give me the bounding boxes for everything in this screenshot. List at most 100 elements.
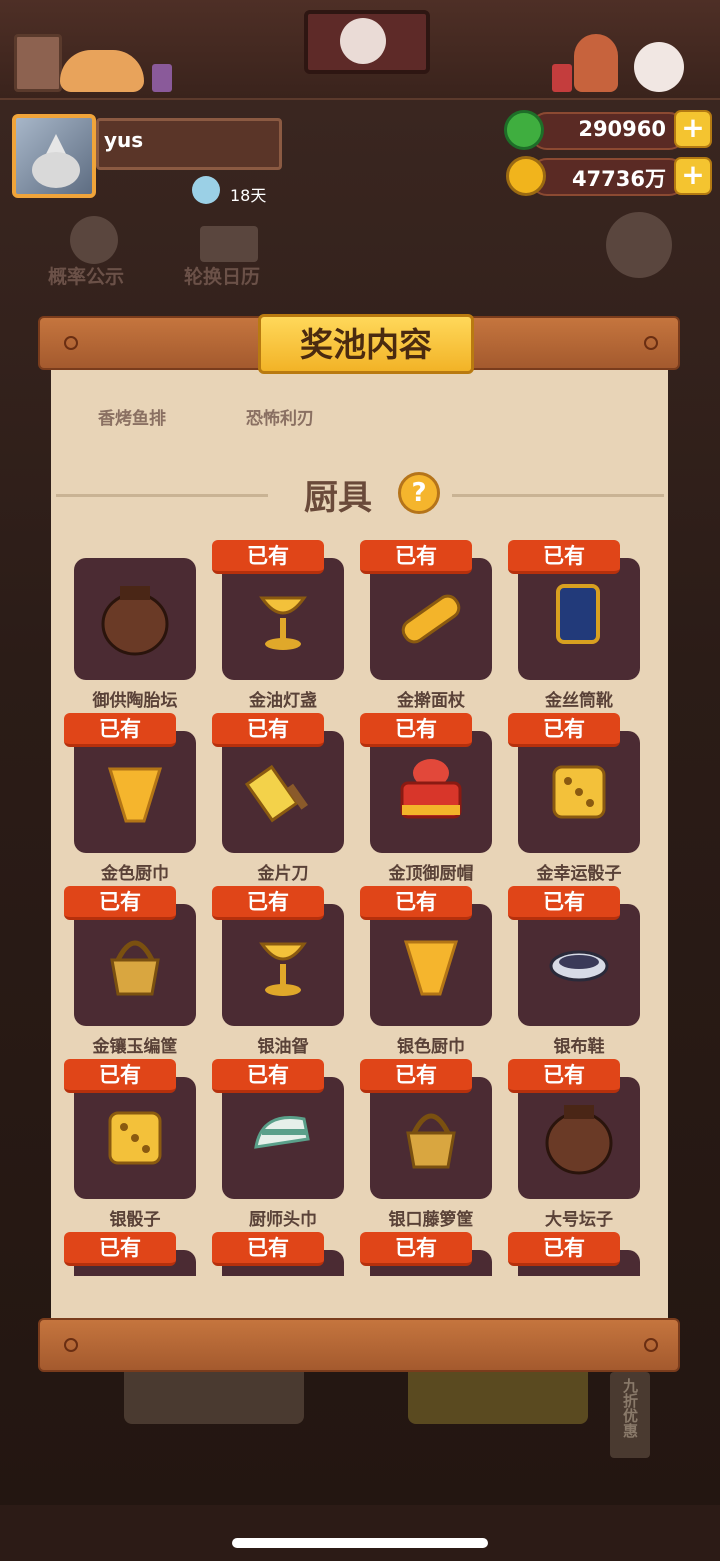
- owned-badge: 已有: [360, 713, 472, 747]
- percent-icon: [70, 216, 118, 264]
- boot-icon: [556, 584, 600, 644]
- prize-item[interactable]: 大号坛子 已有: [508, 1059, 656, 1230]
- item-name: 银色厨巾: [397, 1037, 465, 1057]
- item-tile[interactable]: [222, 558, 344, 680]
- white-cat-decor: [634, 42, 684, 92]
- shoe-icon: [549, 950, 609, 982]
- prize-item[interactable]: 金顶御厨帽 已有: [360, 713, 508, 884]
- rolling-pin-icon: [401, 594, 461, 644]
- player-avatar[interactable]: [12, 114, 96, 198]
- gold-coin-icon: [506, 156, 546, 196]
- rivet: [644, 336, 658, 350]
- player-name: yus: [104, 128, 144, 152]
- prize-item[interactable]: 金色厨巾 已有: [64, 713, 212, 884]
- owned-badge: 已有: [508, 1059, 620, 1093]
- panel-bottom-margin: [51, 1276, 668, 1320]
- owned-badge: 已有: [360, 886, 472, 920]
- panel-title: 奖池内容: [300, 325, 432, 364]
- owned-badge: 已有: [212, 1059, 324, 1093]
- add-coin-button[interactable]: +: [674, 157, 712, 195]
- item-tile[interactable]: [518, 1077, 640, 1199]
- dice-icon: [552, 765, 606, 819]
- prize-item[interactable]: 银骰子 已有: [64, 1059, 212, 1230]
- cleaver-icon: [244, 764, 308, 823]
- basket-icon: [110, 940, 160, 996]
- item-tile[interactable]: [370, 731, 492, 853]
- prize-item[interactable]: 银油眢 已有: [212, 886, 360, 1057]
- item-name: 御供陶胎坛: [92, 691, 178, 711]
- item-name: 厨师头巾: [249, 1210, 317, 1230]
- prize-item[interactable]: 银色厨巾 已有: [360, 886, 508, 1057]
- prize-item[interactable]: 银布鞋 已有: [508, 886, 656, 1057]
- owned-badge: 已有: [212, 1232, 324, 1266]
- item-tile[interactable]: [370, 904, 492, 1026]
- probability-button[interactable]: 概率公示: [48, 262, 124, 289]
- prize-item[interactable]: 金油灯盏 已有: [212, 540, 360, 711]
- prize-item[interactable]: 金镶玉编筐 已有: [64, 886, 212, 1057]
- calendar-icon: [200, 226, 258, 262]
- owned-badge: 已有: [64, 1059, 176, 1093]
- days-count: 18天: [230, 186, 267, 205]
- prize-item[interactable]: 金擀面杖 已有: [360, 540, 508, 711]
- prize-item[interactable]: 金片刀 已有: [212, 713, 360, 884]
- item-tile[interactable]: [74, 1077, 196, 1199]
- scroll-bottom-roller: [38, 1318, 680, 1372]
- section-title: 厨具: [304, 478, 372, 518]
- owned-badge: 已有: [360, 540, 472, 574]
- item-tile[interactable]: [74, 558, 196, 680]
- bottom-strip: [0, 1505, 720, 1561]
- owned-badge: 已有: [212, 540, 324, 574]
- item-tile[interactable]: [370, 1077, 492, 1199]
- prize-item[interactable]: 厨师头巾 已有: [212, 1059, 360, 1230]
- item-tile[interactable]: [74, 904, 196, 1026]
- wolf-ear-icon: [46, 134, 66, 154]
- prize-item[interactable]: 金幸运骰子 已有: [508, 713, 656, 884]
- scarf-icon: [403, 940, 459, 996]
- item-tile[interactable]: [518, 558, 640, 680]
- item-tile[interactable]: [518, 731, 640, 853]
- owned-badge: 已有: [508, 1232, 620, 1266]
- item-name: 大号坛子: [545, 1210, 613, 1230]
- item-name: 银口藤箩筐: [388, 1210, 474, 1230]
- jade-value: 290960: [578, 117, 666, 141]
- sleeping-cat-decor: [60, 50, 144, 92]
- item-tile[interactable]: [222, 1077, 344, 1199]
- goblet-icon: [259, 596, 307, 650]
- rivet: [64, 1338, 78, 1352]
- cup-decor: [552, 64, 572, 92]
- item-name: 金幸运骰子: [536, 864, 622, 884]
- hourglass-icon: [192, 176, 220, 204]
- owned-badge: 已有: [64, 886, 176, 920]
- cat-portrait-decor: [340, 18, 386, 64]
- item-tile[interactable]: [370, 558, 492, 680]
- section-divider: [56, 494, 268, 497]
- add-jade-button[interactable]: +: [674, 110, 712, 148]
- prize-item[interactable]: 金丝筒靴 已有: [508, 540, 656, 711]
- basket-icon: [406, 1113, 456, 1169]
- home-indicator[interactable]: [232, 1538, 488, 1548]
- scarf-icon: [107, 767, 163, 823]
- prize-item[interactable]: 银口藤箩筐 已有: [360, 1059, 508, 1230]
- section-divider: [452, 494, 664, 497]
- dice-icon: [108, 1111, 162, 1165]
- owned-badge: 已有: [508, 540, 620, 574]
- panel-title-board: 奖池内容: [258, 314, 474, 374]
- owned-badge: 已有: [360, 1232, 472, 1266]
- rivet: [644, 1338, 658, 1352]
- item-name: 金色厨巾: [101, 864, 169, 884]
- chef-girl-decor: [574, 34, 618, 92]
- item-name: 金片刀: [257, 864, 309, 884]
- item-tile[interactable]: [222, 731, 344, 853]
- help-button[interactable]: ?: [398, 472, 440, 514]
- item-tile[interactable]: [74, 731, 196, 853]
- owned-badge: 已有: [360, 1059, 472, 1093]
- chef-hat-icon: [400, 759, 462, 819]
- item-tile[interactable]: [222, 904, 344, 1026]
- item-name: 金油灯盏: [249, 691, 317, 711]
- owned-badge: 已有: [508, 713, 620, 747]
- prize-item[interactable]: 御供陶胎坛: [64, 540, 212, 711]
- exit-button[interactable]: [606, 212, 672, 278]
- item-tile[interactable]: [518, 904, 640, 1026]
- calendar-button[interactable]: 轮换日历: [184, 262, 260, 289]
- item-name: 金丝筒靴: [545, 691, 613, 711]
